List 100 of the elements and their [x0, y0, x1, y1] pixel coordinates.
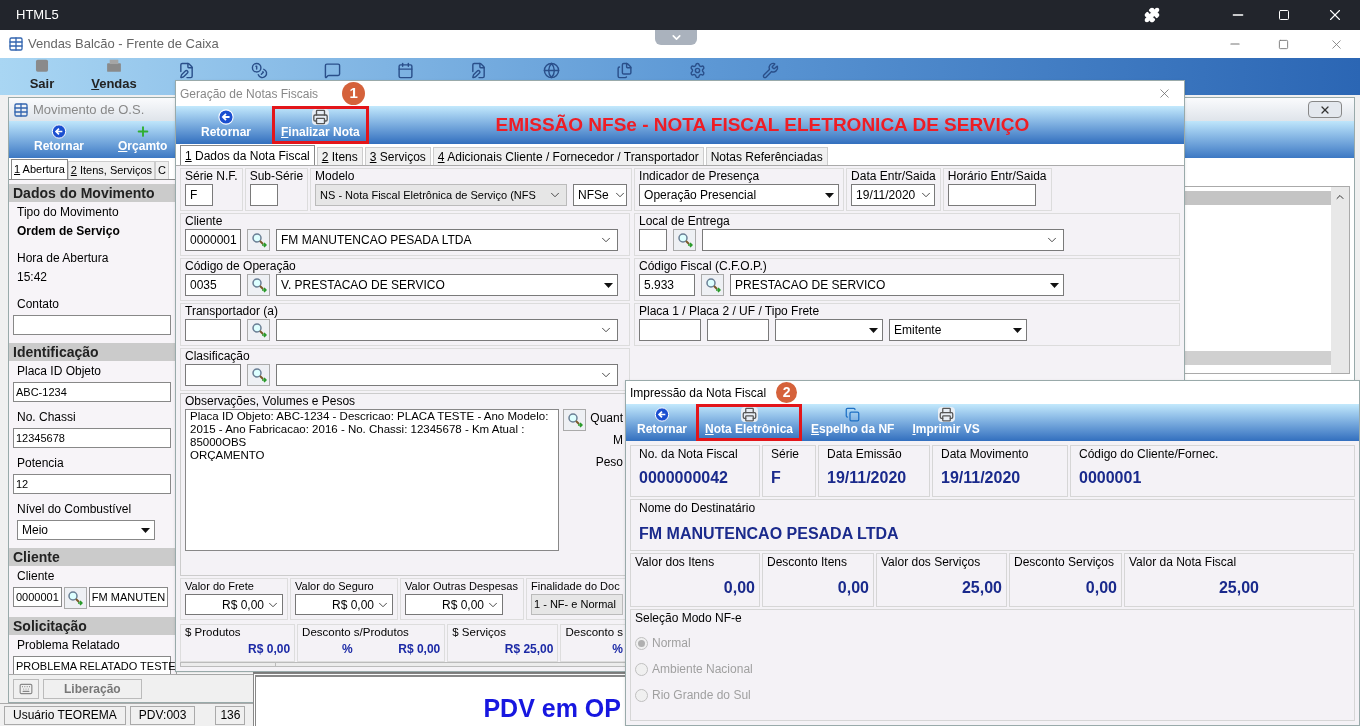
tab[interactable]: 3 Serviços: [364, 147, 431, 165]
host-title: HTML5: [16, 6, 59, 25]
text-field[interactable]: [639, 319, 701, 341]
close-button[interactable]: [1308, 101, 1342, 118]
text-field[interactable]: [707, 319, 769, 341]
combo-box[interactable]: Operação Presencial: [639, 184, 840, 206]
field-label: Peso: [595, 455, 623, 469]
toolbar-icon[interactable]: [397, 62, 414, 79]
tab[interactable]: 2 Itens, Serviços: [67, 161, 156, 179]
text-field[interactable]: 5.933: [639, 274, 695, 296]
copy-icon: [844, 407, 862, 422]
step-badge: 2: [776, 382, 798, 403]
maximize-icon[interactable]: [1278, 9, 1290, 21]
text-field[interactable]: 12: [13, 474, 171, 494]
combo-box[interactable]: [276, 364, 618, 386]
total-value: R$ 25,00: [504, 641, 554, 658]
toolbar-icon[interactable]: [324, 62, 341, 79]
field-value: 0000000042: [639, 468, 729, 488]
tab[interactable]: Notas Referênciadas: [705, 147, 828, 165]
combo-box[interactable]: NS - Nota Fiscal Eletrônica de Serviço (NFS: [315, 184, 568, 206]
field-label: Finalidade do Doc: [531, 579, 621, 594]
combo-box[interactable]: 19/11/2020: [851, 184, 936, 206]
dropdown-arrow-icon: [604, 282, 613, 288]
field-label: Desconto Itens: [767, 554, 848, 570]
toolbar-icon[interactable]: [178, 62, 195, 79]
lookup-button[interactable]: [247, 319, 270, 341]
combo-box[interactable]: R$ 0,00: [405, 594, 503, 615]
section-header: Solicitação: [9, 617, 176, 635]
text-field[interactable]: [185, 364, 241, 386]
combo-box[interactable]: V. PRESTACAO DE SERVICO: [276, 274, 618, 296]
tab[interactable]: 2 Itens: [316, 147, 363, 165]
status-cell: Usuário TEOREMA: [4, 705, 126, 725]
text-field[interactable]: ABC-1234: [13, 382, 171, 402]
text-area[interactable]: Placa ID Objeto: ABC-1234 - Descricao: PLACA TESTE - Ano Modelo: 2015 - Ano Fabricacao: 2016 - No. Chassi: 12345678 - Km Atual : 85000OBS ORÇAMENTO: [185, 409, 560, 551]
tab[interactable]: 4 Adicionais Cliente / Fornecedor / Transportador: [432, 147, 704, 165]
search-icon: [250, 367, 267, 383]
combo-box[interactable]: NFSe: [573, 184, 628, 206]
collapse-tab[interactable]: [655, 30, 697, 45]
lookup-button[interactable]: [247, 229, 270, 251]
text-field[interactable]: [249, 184, 278, 206]
keyboard-icon: [19, 681, 33, 696]
toolbar-icon[interactable]: [689, 62, 706, 79]
combo-box[interactable]: PRESTACAO DE SERVICO: [730, 274, 1064, 296]
restore-icon[interactable]: [1278, 38, 1289, 50]
field-label: Data Entr/Saida: [851, 169, 936, 184]
text-field[interactable]: 12345678: [13, 428, 171, 448]
text-field[interactable]: F: [185, 184, 213, 206]
text-field[interactable]: FM MANUTEN: [88, 587, 169, 607]
combo-box[interactable]: 1 - NF- e Normal: [531, 594, 623, 615]
exit-button[interactable]: Sair: [6, 58, 78, 95]
combo-box[interactable]: [775, 319, 883, 341]
toolbar-icon[interactable]: [251, 62, 268, 79]
group-label: Observações, Volumes e Pesos: [185, 394, 357, 409]
field-label: Horário Entr/Saida: [947, 169, 1047, 184]
toolbar-icon[interactable]: [543, 62, 560, 79]
tab[interactable]: Liberação: [43, 678, 142, 699]
lookup-button[interactable]: [247, 274, 270, 296]
field-label: Quant: [590, 411, 623, 425]
tab[interactable]: 1 Dados da Nota Fiscal: [180, 145, 315, 165]
combo-box[interactable]: Emitente: [889, 319, 1027, 341]
field-value: 19/11/2020: [827, 468, 908, 488]
combo-box[interactable]: Meio: [17, 520, 155, 540]
field-value: 0,00: [837, 578, 869, 598]
field-label: Código Fiscal (C.F.O.P.): [639, 259, 767, 274]
total-value: %: [341, 641, 353, 658]
field-label: Valor do Frete: [185, 579, 255, 594]
field-label: $ Serviços: [452, 625, 507, 640]
lookup-button[interactable]: [701, 274, 724, 296]
text-field[interactable]: [947, 184, 1036, 206]
window-title: Vendas Balcão - Frente de Caixa: [28, 35, 219, 54]
text-field[interactable]: 0000001: [185, 229, 241, 251]
field-value: 25,00: [1218, 578, 1260, 598]
field-label: Local de Entrega: [639, 214, 730, 229]
banner-title: EMISSÃO NFSe - NOTA FISCAL ELETRONICA DE SERVIÇO: [494, 112, 1031, 137]
keyboard-tab[interactable]: [13, 678, 39, 699]
text-field[interactable]: 0035: [185, 274, 241, 296]
text-field[interactable]: [185, 319, 241, 341]
tab[interactable]: C: [155, 161, 170, 179]
field-label: Sub-Série: [249, 169, 304, 184]
lookup-button[interactable]: [563, 409, 587, 431]
scrollbar[interactable]: [1331, 187, 1349, 373]
text-field[interactable]: 0000001: [13, 587, 62, 607]
text-field[interactable]: [13, 315, 171, 335]
toolbar-icon[interactable]: [616, 62, 633, 79]
toolbar-icon[interactable]: [470, 62, 487, 79]
lookup-button[interactable]: [673, 229, 696, 251]
combo-box[interactable]: FM MANUTENCAO PESADA LTDA: [276, 229, 618, 251]
combo-box[interactable]: [702, 229, 1064, 251]
tab[interactable]: 1 Abertura: [11, 159, 68, 179]
status-cell: 136: [215, 705, 246, 725]
lookup-button[interactable]: [247, 364, 270, 386]
puzzle-icon[interactable]: [1144, 7, 1160, 23]
toolbar-icon[interactable]: [762, 62, 779, 79]
combo-box[interactable]: [276, 319, 618, 341]
combo-box[interactable]: R$ 0,00: [295, 594, 393, 615]
text-field[interactable]: [639, 229, 667, 251]
lookup-button[interactable]: [63, 587, 87, 609]
combo-box[interactable]: R$ 0,00: [185, 594, 283, 615]
sales-button[interactable]: Vendas: [78, 58, 150, 95]
dropdown-arrow-icon: [1050, 282, 1059, 288]
